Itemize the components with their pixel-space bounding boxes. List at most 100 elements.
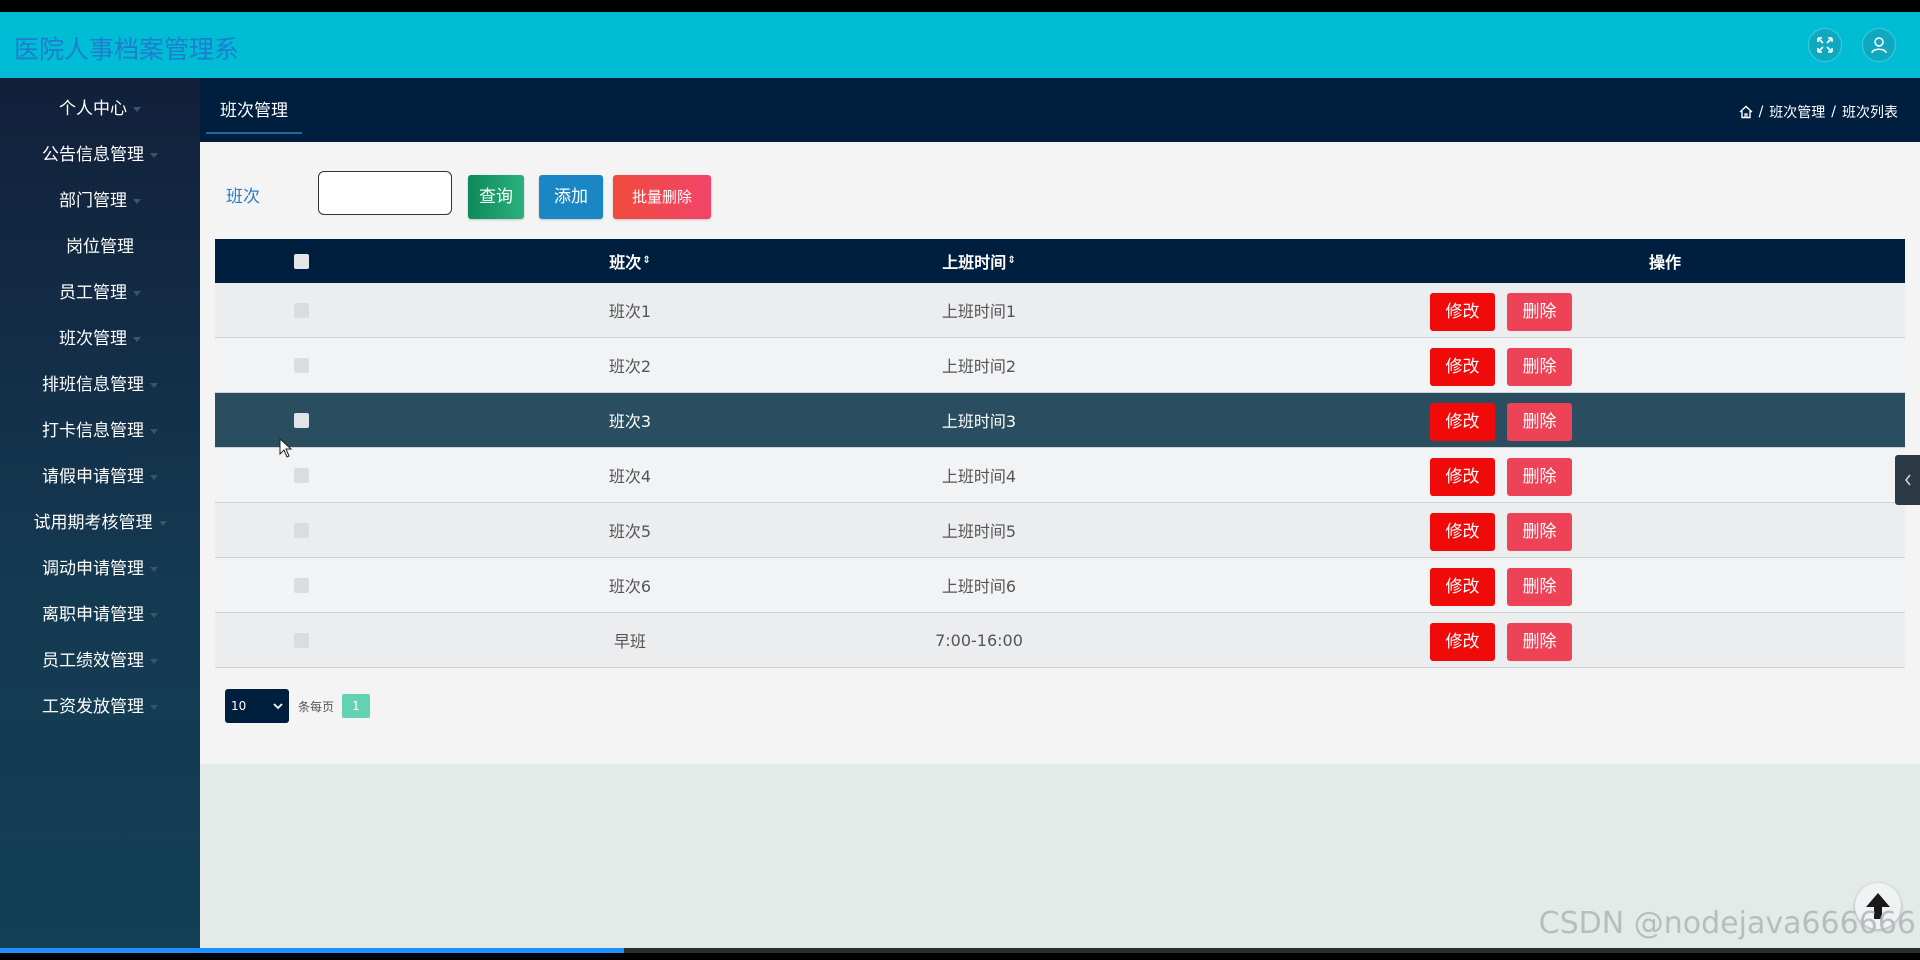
edit-button[interactable]: 修改 — [1430, 513, 1495, 551]
sidebar-item[interactable]: 员工绩效管理 — [0, 646, 200, 676]
cell-shift: 班次6 — [608, 577, 652, 596]
column-header-shift[interactable]: 班次 ⇕ — [600, 239, 660, 283]
fullscreen-button[interactable] — [1808, 28, 1842, 62]
video-progress-fill — [0, 948, 624, 953]
sidebar-item-label: 岗位管理 — [66, 237, 134, 257]
sidebar-item[interactable]: 班次管理 — [0, 324, 200, 354]
mouse-cursor-icon — [279, 438, 293, 458]
breadcrumb-section[interactable]: 班次管理 — [1769, 102, 1825, 122]
cell-shift: 班次5 — [608, 522, 652, 541]
row-checkbox[interactable] — [293, 577, 309, 593]
row-checkbox[interactable] — [293, 357, 309, 373]
delete-button[interactable]: 删除 — [1507, 458, 1572, 496]
watermark: CSDN @nodejava666666 — [1538, 906, 1916, 941]
sidebar-item[interactable]: 离职申请管理 — [0, 600, 200, 630]
table-row[interactable]: 班次2 上班时间2 修改 删除 — [215, 338, 1905, 393]
sidebar-item[interactable]: 调动申请管理 — [0, 554, 200, 584]
content-header — [200, 78, 1920, 142]
shift-table: 班次 ⇕ 上班时间 ⇕ 操作 班次1 上班时间1 修改 删除 班次2 上班时间2 修改 删除 班次3… — [215, 239, 1905, 668]
delete-button[interactable]: 删除 — [1507, 623, 1572, 661]
sidebar-item-label: 请假申请管理 — [42, 467, 144, 487]
sidebar-item[interactable]: 岗位管理 — [0, 232, 200, 262]
caret-down-icon — [150, 658, 158, 664]
sidebar-item-label: 员工管理 — [59, 283, 127, 303]
chevron-down-icon — [273, 703, 283, 710]
breadcrumb-sep: / — [1758, 104, 1764, 120]
sidebar-item[interactable]: 员工管理 — [0, 278, 200, 308]
cell-start-time: 上班时间1 — [941, 302, 1017, 321]
sidebar-item[interactable]: 打卡信息管理 — [0, 416, 200, 446]
edit-button[interactable]: 修改 — [1430, 403, 1495, 441]
edit-button[interactable]: 修改 — [1430, 623, 1495, 661]
add-button[interactable]: 添加 — [539, 175, 603, 219]
sidebar-item[interactable]: 个人中心 — [0, 94, 200, 124]
sidebar-item-label: 员工绩效管理 — [42, 651, 144, 671]
search-input[interactable] — [318, 171, 452, 215]
delete-button[interactable]: 删除 — [1507, 348, 1572, 386]
cell-start-time: 上班时间6 — [941, 577, 1017, 596]
sidebar-item-label: 部门管理 — [59, 191, 127, 211]
table-row[interactable]: 班次3 上班时间3 修改 删除 — [215, 393, 1905, 448]
cell-start-time: 上班时间4 — [941, 467, 1017, 486]
video-progress-bar[interactable] — [0, 948, 1920, 953]
sidebar-item[interactable]: 工资发放管理 — [0, 692, 200, 722]
sidebar-item-label: 离职申请管理 — [42, 605, 144, 625]
row-checkbox[interactable] — [293, 412, 309, 428]
tab-shift-management[interactable]: 班次管理 — [206, 98, 302, 134]
app-title: 医院人事档案管理系 — [14, 35, 240, 64]
edit-button[interactable]: 修改 — [1430, 293, 1495, 331]
breadcrumb-page: 班次列表 — [1842, 105, 1898, 121]
cell-shift: 班次1 — [608, 302, 652, 321]
edit-button[interactable]: 修改 — [1430, 568, 1495, 606]
caret-down-icon — [150, 152, 158, 158]
sidebar-item-label: 个人中心 — [59, 99, 127, 119]
sidebar-item[interactable]: 部门管理 — [0, 186, 200, 216]
sidebar-item[interactable]: 请假申请管理 — [0, 462, 200, 492]
table-row[interactable]: 班次5 上班时间5 修改 删除 — [215, 503, 1905, 558]
sidebar-item[interactable]: 试用期考核管理 — [0, 508, 200, 538]
table-row[interactable]: 班次6 上班时间6 修改 删除 — [215, 558, 1905, 613]
row-checkbox[interactable] — [293, 467, 309, 483]
edit-button[interactable]: 修改 — [1430, 348, 1495, 386]
sidebar-item[interactable]: 排班信息管理 — [0, 370, 200, 400]
home-icon[interactable] — [1739, 105, 1753, 119]
table-row[interactable]: 班次4 上班时间4 修改 删除 — [215, 448, 1905, 503]
edit-button[interactable]: 修改 — [1430, 458, 1495, 496]
caret-down-icon — [133, 290, 141, 296]
row-checkbox[interactable] — [293, 632, 309, 648]
row-checkbox[interactable] — [293, 522, 309, 538]
caret-down-icon — [150, 612, 158, 618]
user-button[interactable] — [1862, 28, 1896, 62]
batch-delete-button[interactable]: 批量删除 — [613, 175, 711, 219]
page-number-current[interactable]: 1 — [342, 694, 370, 718]
page-size-select[interactable]: 10 — [225, 689, 289, 723]
drawer-toggle[interactable] — [1895, 455, 1920, 505]
sidebar-item-label: 调动申请管理 — [42, 559, 144, 579]
delete-button[interactable]: 删除 — [1507, 513, 1572, 551]
table-row[interactable]: 班次1 上班时间1 修改 删除 — [215, 283, 1905, 338]
sidebar-item[interactable]: 公告信息管理 — [0, 140, 200, 170]
column-header-action: 操作 — [1648, 253, 1681, 272]
row-checkbox[interactable] — [293, 302, 309, 318]
caret-down-icon — [150, 382, 158, 388]
caret-down-icon — [150, 704, 158, 710]
sort-icon: ⇕ — [1007, 255, 1016, 266]
query-button[interactable]: 查询 — [468, 175, 524, 219]
cell-start-time: 上班时间5 — [941, 522, 1017, 541]
delete-button[interactable]: 删除 — [1507, 403, 1572, 441]
cell-shift: 早班 — [613, 632, 646, 651]
delete-button[interactable]: 删除 — [1507, 293, 1572, 331]
cell-start-time: 7:00-16:00 — [935, 630, 1023, 650]
delete-button[interactable]: 删除 — [1507, 568, 1572, 606]
breadcrumb-sep: / — [1831, 104, 1836, 120]
table-row[interactable]: 早班 7:00-16:00 修改 删除 — [215, 613, 1905, 668]
select-all-checkbox[interactable] — [293, 253, 309, 269]
page-size-value: 10 — [231, 699, 247, 713]
search-label: 班次 — [226, 187, 260, 207]
sidebar-item-label: 公告信息管理 — [42, 145, 144, 165]
app-window: 医院人事档案管理系 个人中心 公告信息管理 部门管理 岗位管理 员工管理 班次管理 排班信息… — [0, 12, 1920, 948]
user-icon — [1871, 37, 1887, 54]
cell-start-time: 上班时间3 — [941, 412, 1017, 431]
breadcrumb: / 班次管理 / 班次列表 — [1739, 102, 1898, 122]
column-header-start-time[interactable]: 上班时间 ⇕ — [919, 239, 1039, 283]
